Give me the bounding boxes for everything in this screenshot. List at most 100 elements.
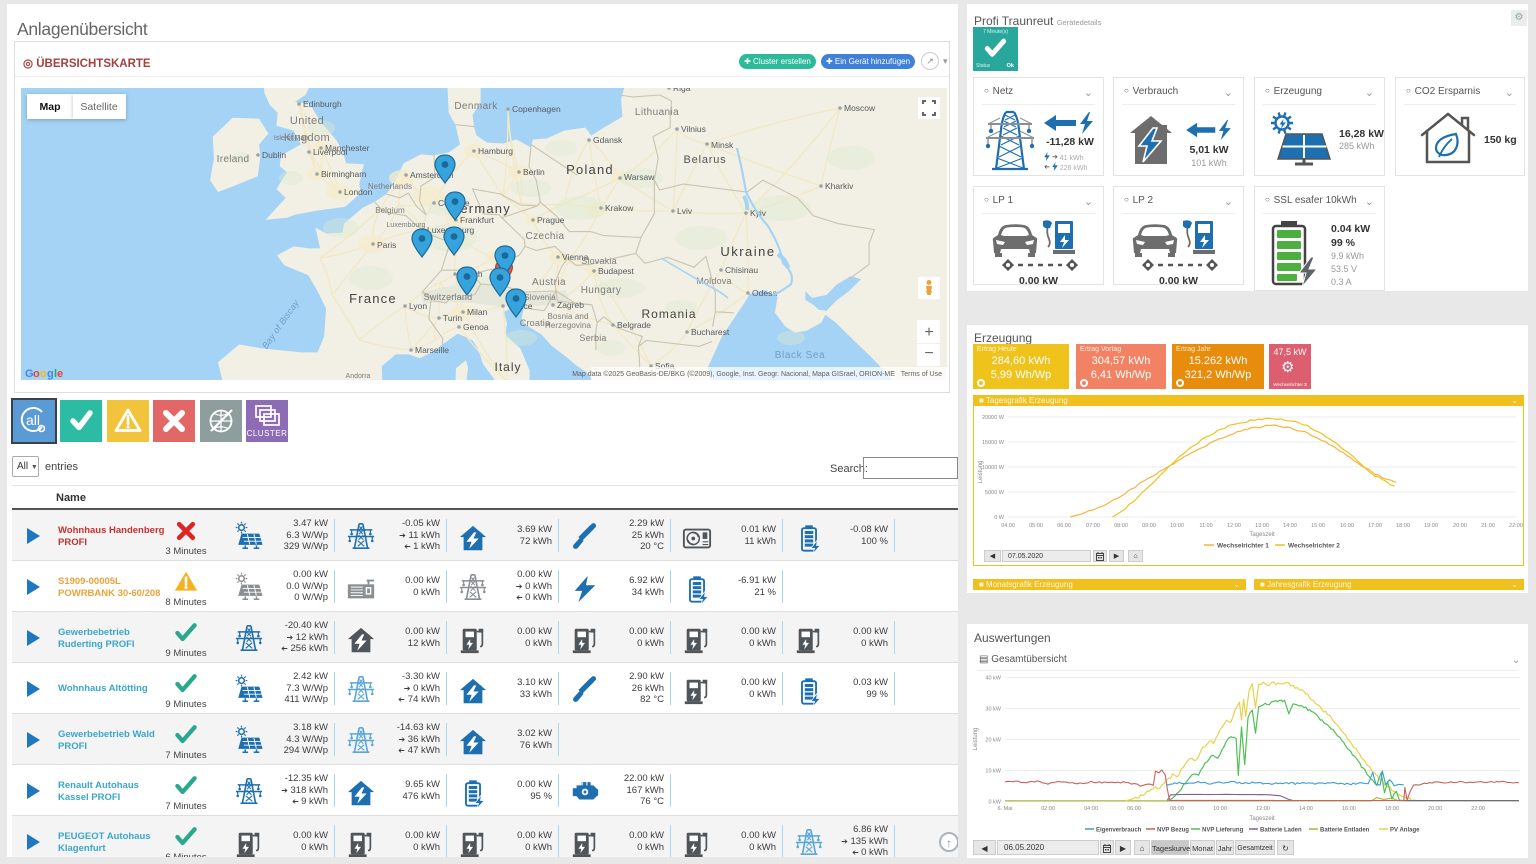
svg-text:Gdansk: Gdansk (593, 135, 623, 145)
svg-text:NVP Bezug: NVP Bezug (1157, 828, 1189, 834)
svg-text:Odesa: Odesa (752, 288, 777, 298)
svg-text:all: all (26, 412, 40, 428)
svg-text:Lyon: Lyon (409, 301, 427, 311)
svg-text:Netherlands: Netherlands (368, 182, 412, 191)
svg-text:Serbia: Serbia (579, 333, 606, 343)
svg-text:Vilnius: Vilnius (681, 124, 706, 134)
svg-text:5000 W: 5000 W (985, 490, 1005, 496)
svg-text:Belarus: Belarus (684, 154, 727, 166)
svg-text:17:00: 17:00 (1368, 523, 1382, 529)
svg-text:Genoa: Genoa (463, 322, 489, 332)
svg-text:22:00: 22:00 (1509, 523, 1523, 529)
svg-text:10:00: 10:00 (1213, 806, 1227, 812)
svg-text:Vienna: Vienna (562, 252, 589, 262)
svg-text:14:00: 14:00 (1299, 806, 1313, 812)
svg-text:Leistung: Leistung (978, 461, 984, 484)
svg-text:19:00: 19:00 (1424, 523, 1438, 529)
svg-text:Czechia: Czechia (526, 231, 565, 242)
svg-text:Wechselrichter 2: Wechselrichter 2 (1288, 543, 1340, 550)
svg-text:Batterie Laden: Batterie Laden (1260, 828, 1302, 834)
svg-text:Turin: Turin (443, 313, 462, 323)
svg-text:Eigenverbrauch: Eigenverbrauch (1096, 828, 1142, 834)
svg-text:United: United (290, 115, 324, 127)
svg-text:04:00: 04:00 (1084, 806, 1098, 812)
svg-text:11:00: 11:00 (1199, 523, 1212, 529)
svg-text:Bosnia and: Bosnia and (547, 312, 588, 321)
svg-text:London: London (344, 187, 373, 197)
svg-text:Prague: Prague (537, 215, 565, 225)
svg-text:o: o (40, 368, 47, 380)
svg-text:08:00: 08:00 (1170, 806, 1184, 812)
svg-text:Satellite: Satellite (80, 101, 118, 113)
svg-text:20 kW: 20 kW (985, 738, 1001, 744)
svg-text:30 kW: 30 kW (985, 707, 1001, 713)
svg-text:Denmark: Denmark (454, 101, 498, 112)
svg-text:Birmingham: Birmingham (321, 169, 366, 179)
svg-text:Paris: Paris (377, 240, 396, 250)
svg-text:0 W: 0 W (994, 515, 1005, 521)
svg-text:Tageszeit: Tageszeit (1249, 532, 1275, 538)
svg-text:Frankfurt: Frankfurt (460, 215, 495, 225)
svg-text:20:00: 20:00 (1453, 523, 1467, 529)
svg-text:Herzegovina: Herzegovina (545, 321, 591, 330)
svg-text:16:00: 16:00 (1340, 523, 1354, 529)
svg-text:16:00: 16:00 (1342, 806, 1356, 812)
svg-text:07:00: 07:00 (1086, 523, 1100, 529)
svg-text:Bucharest: Bucharest (691, 327, 730, 337)
svg-text:Milan: Milan (467, 307, 488, 317)
svg-text:20:00: 20:00 (1428, 806, 1442, 812)
svg-text:Isle of Man: Isle of Man (274, 135, 308, 142)
svg-text:Berlin: Berlin (523, 167, 545, 177)
svg-text:10 kW: 10 kW (985, 769, 1001, 775)
svg-text:Tageszeit: Tageszeit (1249, 816, 1275, 822)
svg-text:10000 W: 10000 W (982, 465, 1005, 471)
svg-text:Belgium: Belgium (375, 206, 405, 215)
svg-text:Luxembourg: Luxembourg (387, 222, 426, 229)
svg-text:18:00: 18:00 (1396, 523, 1410, 529)
svg-text:−: − (924, 345, 933, 362)
svg-text:Belgrade: Belgrade (617, 320, 651, 330)
svg-text:Dublin: Dublin (262, 150, 286, 160)
svg-text:14:00: 14:00 (1283, 523, 1297, 529)
svg-text:Hungary: Hungary (581, 285, 622, 296)
svg-text:o: o (33, 368, 40, 380)
svg-text:04:00: 04:00 (1001, 523, 1015, 529)
svg-text:Zagreb: Zagreb (557, 300, 584, 310)
svg-text:Romania: Romania (641, 307, 696, 321)
svg-text:09:00: 09:00 (1142, 523, 1156, 529)
svg-text:12:00: 12:00 (1256, 806, 1270, 812)
svg-text:02:00: 02:00 (1041, 806, 1055, 812)
svg-text:06:00: 06:00 (1057, 523, 1071, 529)
svg-text:Marseille: Marseille (415, 345, 449, 355)
svg-text:Andorra: Andorra (346, 373, 371, 380)
svg-text:Poland: Poland (566, 162, 614, 177)
svg-text:Edinburgh: Edinburgh (303, 99, 342, 109)
svg-text:Leistung: Leistung (973, 728, 979, 751)
svg-text:15:00: 15:00 (1311, 523, 1325, 529)
svg-text:0 kW: 0 kW (988, 800, 1001, 806)
svg-text:Map data ©2025 GeoBasis-DE/BKG: Map data ©2025 GeoBasis-DE/BKG (©2009), … (572, 370, 942, 378)
svg-text:6. Mai: 6. Mai (998, 806, 1013, 812)
svg-text:g: g (47, 368, 54, 380)
svg-text:22:00: 22:00 (1471, 806, 1485, 812)
svg-text:Switzerland: Switzerland (424, 292, 473, 302)
svg-text:40 kW: 40 kW (985, 676, 1001, 682)
svg-text:PV Anlage: PV Anlage (1390, 828, 1420, 834)
svg-text:e: e (57, 368, 63, 380)
svg-text:Ireland: Ireland (217, 154, 250, 165)
svg-text:Liverpool: Liverpool (313, 147, 348, 157)
svg-text:+: + (924, 324, 933, 341)
svg-text:18:00: 18:00 (1385, 806, 1399, 812)
svg-text:CLUSTER: CLUSTER (247, 429, 288, 438)
svg-text:Warsaw: Warsaw (624, 172, 655, 182)
svg-text:Lviv: Lviv (677, 206, 693, 216)
svg-text:Chisinau: Chisinau (725, 265, 758, 275)
svg-text:Ukraine: Ukraine (720, 244, 775, 259)
svg-text:Minsk: Minsk (711, 140, 734, 150)
svg-text:08:00: 08:00 (1114, 523, 1128, 529)
svg-text:21:00: 21:00 (1481, 523, 1495, 529)
svg-text:NVP Lieferung: NVP Lieferung (1202, 828, 1244, 834)
svg-text:Kharkiv: Kharkiv (825, 181, 854, 191)
svg-text:Map: Map (40, 101, 61, 113)
svg-text:Budapest: Budapest (598, 266, 635, 276)
